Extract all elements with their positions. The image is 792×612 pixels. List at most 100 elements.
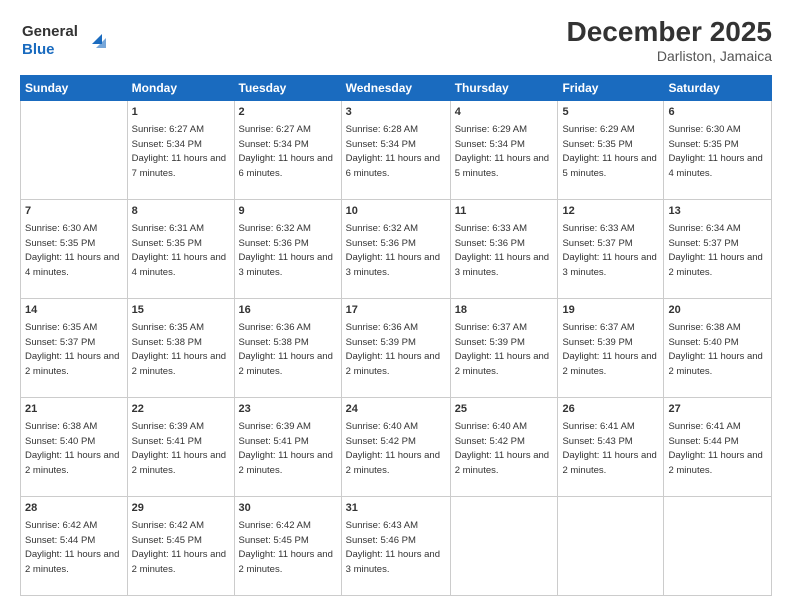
table-row: 22 Sunrise: 6:39 AMSunset: 5:41 PMDaylig… xyxy=(127,398,234,497)
table-row xyxy=(21,101,128,200)
logo: General Blue xyxy=(20,16,110,65)
calendar-week-row: 21 Sunrise: 6:38 AMSunset: 5:40 PMDaylig… xyxy=(21,398,772,497)
table-row: 5 Sunrise: 6:29 AMSunset: 5:35 PMDayligh… xyxy=(558,101,664,200)
table-row: 19 Sunrise: 6:37 AMSunset: 5:39 PMDaylig… xyxy=(558,299,664,398)
sunrise-text: Sunrise: 6:38 AMSunset: 5:40 PMDaylight:… xyxy=(668,322,762,377)
sunrise-text: Sunrise: 6:35 AMSunset: 5:37 PMDaylight:… xyxy=(25,322,119,377)
table-row: 21 Sunrise: 6:38 AMSunset: 5:40 PMDaylig… xyxy=(21,398,128,497)
table-row: 10 Sunrise: 6:32 AMSunset: 5:36 PMDaylig… xyxy=(341,200,450,299)
calendar-week-row: 1 Sunrise: 6:27 AMSunset: 5:34 PMDayligh… xyxy=(21,101,772,200)
day-number: 21 xyxy=(25,402,123,417)
calendar-week-row: 28 Sunrise: 6:42 AMSunset: 5:44 PMDaylig… xyxy=(21,497,772,596)
table-row: 25 Sunrise: 6:40 AMSunset: 5:42 PMDaylig… xyxy=(450,398,558,497)
day-number: 4 xyxy=(455,105,554,120)
col-sunday: Sunday xyxy=(21,76,128,101)
col-friday: Friday xyxy=(558,76,664,101)
day-number: 19 xyxy=(562,303,659,318)
sunrise-text: Sunrise: 6:42 AMSunset: 5:45 PMDaylight:… xyxy=(239,520,333,575)
table-row: 20 Sunrise: 6:38 AMSunset: 5:40 PMDaylig… xyxy=(664,299,772,398)
table-row: 29 Sunrise: 6:42 AMSunset: 5:45 PMDaylig… xyxy=(127,497,234,596)
day-number: 1 xyxy=(132,105,230,120)
sunrise-text: Sunrise: 6:29 AMSunset: 5:35 PMDaylight:… xyxy=(562,124,656,179)
table-row: 18 Sunrise: 6:37 AMSunset: 5:39 PMDaylig… xyxy=(450,299,558,398)
sunrise-text: Sunrise: 6:27 AMSunset: 5:34 PMDaylight:… xyxy=(239,124,333,179)
day-number: 22 xyxy=(132,402,230,417)
table-row: 13 Sunrise: 6:34 AMSunset: 5:37 PMDaylig… xyxy=(664,200,772,299)
header: General Blue December 2025 Darliston, Ja… xyxy=(20,16,772,65)
sunrise-text: Sunrise: 6:42 AMSunset: 5:45 PMDaylight:… xyxy=(132,520,226,575)
day-number: 6 xyxy=(668,105,767,120)
day-number: 25 xyxy=(455,402,554,417)
table-row: 3 Sunrise: 6:28 AMSunset: 5:34 PMDayligh… xyxy=(341,101,450,200)
table-row: 24 Sunrise: 6:40 AMSunset: 5:42 PMDaylig… xyxy=(341,398,450,497)
day-number: 28 xyxy=(25,501,123,516)
sunrise-text: Sunrise: 6:34 AMSunset: 5:37 PMDaylight:… xyxy=(668,223,762,278)
table-row: 14 Sunrise: 6:35 AMSunset: 5:37 PMDaylig… xyxy=(21,299,128,398)
day-number: 23 xyxy=(239,402,337,417)
table-row: 15 Sunrise: 6:35 AMSunset: 5:38 PMDaylig… xyxy=(127,299,234,398)
page: General Blue December 2025 Darliston, Ja… xyxy=(0,0,792,612)
sunrise-text: Sunrise: 6:35 AMSunset: 5:38 PMDaylight:… xyxy=(132,322,226,377)
title-block: December 2025 Darliston, Jamaica xyxy=(567,16,772,64)
table-row: 6 Sunrise: 6:30 AMSunset: 5:35 PMDayligh… xyxy=(664,101,772,200)
table-row: 26 Sunrise: 6:41 AMSunset: 5:43 PMDaylig… xyxy=(558,398,664,497)
day-number: 7 xyxy=(25,204,123,219)
day-number: 15 xyxy=(132,303,230,318)
sunrise-text: Sunrise: 6:36 AMSunset: 5:39 PMDaylight:… xyxy=(346,322,440,377)
sunrise-text: Sunrise: 6:33 AMSunset: 5:36 PMDaylight:… xyxy=(455,223,549,278)
sunrise-text: Sunrise: 6:37 AMSunset: 5:39 PMDaylight:… xyxy=(562,322,656,377)
location: Darliston, Jamaica xyxy=(567,48,772,64)
sunrise-text: Sunrise: 6:32 AMSunset: 5:36 PMDaylight:… xyxy=(239,223,333,278)
day-number: 26 xyxy=(562,402,659,417)
table-row: 9 Sunrise: 6:32 AMSunset: 5:36 PMDayligh… xyxy=(234,200,341,299)
sunrise-text: Sunrise: 6:29 AMSunset: 5:34 PMDaylight:… xyxy=(455,124,549,179)
day-number: 27 xyxy=(668,402,767,417)
sunrise-text: Sunrise: 6:41 AMSunset: 5:43 PMDaylight:… xyxy=(562,421,656,476)
table-row: 17 Sunrise: 6:36 AMSunset: 5:39 PMDaylig… xyxy=(341,299,450,398)
calendar-table: Sunday Monday Tuesday Wednesday Thursday… xyxy=(20,75,772,596)
sunrise-text: Sunrise: 6:31 AMSunset: 5:35 PMDaylight:… xyxy=(132,223,226,278)
day-number: 13 xyxy=(668,204,767,219)
sunrise-text: Sunrise: 6:30 AMSunset: 5:35 PMDaylight:… xyxy=(25,223,119,278)
table-row: 23 Sunrise: 6:39 AMSunset: 5:41 PMDaylig… xyxy=(234,398,341,497)
day-number: 16 xyxy=(239,303,337,318)
calendar-week-row: 7 Sunrise: 6:30 AMSunset: 5:35 PMDayligh… xyxy=(21,200,772,299)
day-number: 18 xyxy=(455,303,554,318)
day-number: 24 xyxy=(346,402,446,417)
table-row xyxy=(558,497,664,596)
table-row: 8 Sunrise: 6:31 AMSunset: 5:35 PMDayligh… xyxy=(127,200,234,299)
month-title: December 2025 xyxy=(567,16,772,48)
sunrise-text: Sunrise: 6:43 AMSunset: 5:46 PMDaylight:… xyxy=(346,520,440,575)
table-row: 30 Sunrise: 6:42 AMSunset: 5:45 PMDaylig… xyxy=(234,497,341,596)
day-number: 17 xyxy=(346,303,446,318)
table-row: 7 Sunrise: 6:30 AMSunset: 5:35 PMDayligh… xyxy=(21,200,128,299)
sunrise-text: Sunrise: 6:42 AMSunset: 5:44 PMDaylight:… xyxy=(25,520,119,575)
day-number: 20 xyxy=(668,303,767,318)
sunrise-text: Sunrise: 6:41 AMSunset: 5:44 PMDaylight:… xyxy=(668,421,762,476)
day-number: 5 xyxy=(562,105,659,120)
calendar-week-row: 14 Sunrise: 6:35 AMSunset: 5:37 PMDaylig… xyxy=(21,299,772,398)
table-row: 11 Sunrise: 6:33 AMSunset: 5:36 PMDaylig… xyxy=(450,200,558,299)
day-number: 12 xyxy=(562,204,659,219)
sunrise-text: Sunrise: 6:39 AMSunset: 5:41 PMDaylight:… xyxy=(132,421,226,476)
table-row xyxy=(450,497,558,596)
col-tuesday: Tuesday xyxy=(234,76,341,101)
col-saturday: Saturday xyxy=(664,76,772,101)
col-wednesday: Wednesday xyxy=(341,76,450,101)
table-row: 31 Sunrise: 6:43 AMSunset: 5:46 PMDaylig… xyxy=(341,497,450,596)
sunrise-text: Sunrise: 6:36 AMSunset: 5:38 PMDaylight:… xyxy=(239,322,333,377)
table-row: 16 Sunrise: 6:36 AMSunset: 5:38 PMDaylig… xyxy=(234,299,341,398)
table-row: 2 Sunrise: 6:27 AMSunset: 5:34 PMDayligh… xyxy=(234,101,341,200)
day-number: 8 xyxy=(132,204,230,219)
day-number: 30 xyxy=(239,501,337,516)
sunrise-text: Sunrise: 6:32 AMSunset: 5:36 PMDaylight:… xyxy=(346,223,440,278)
svg-text:Blue: Blue xyxy=(22,41,55,58)
calendar-header-row: Sunday Monday Tuesday Wednesday Thursday… xyxy=(21,76,772,101)
sunrise-text: Sunrise: 6:40 AMSunset: 5:42 PMDaylight:… xyxy=(346,421,440,476)
sunrise-text: Sunrise: 6:33 AMSunset: 5:37 PMDaylight:… xyxy=(562,223,656,278)
sunrise-text: Sunrise: 6:39 AMSunset: 5:41 PMDaylight:… xyxy=(239,421,333,476)
sunrise-text: Sunrise: 6:27 AMSunset: 5:34 PMDaylight:… xyxy=(132,124,226,179)
sunrise-text: Sunrise: 6:38 AMSunset: 5:40 PMDaylight:… xyxy=(25,421,119,476)
table-row: 4 Sunrise: 6:29 AMSunset: 5:34 PMDayligh… xyxy=(450,101,558,200)
day-number: 11 xyxy=(455,204,554,219)
